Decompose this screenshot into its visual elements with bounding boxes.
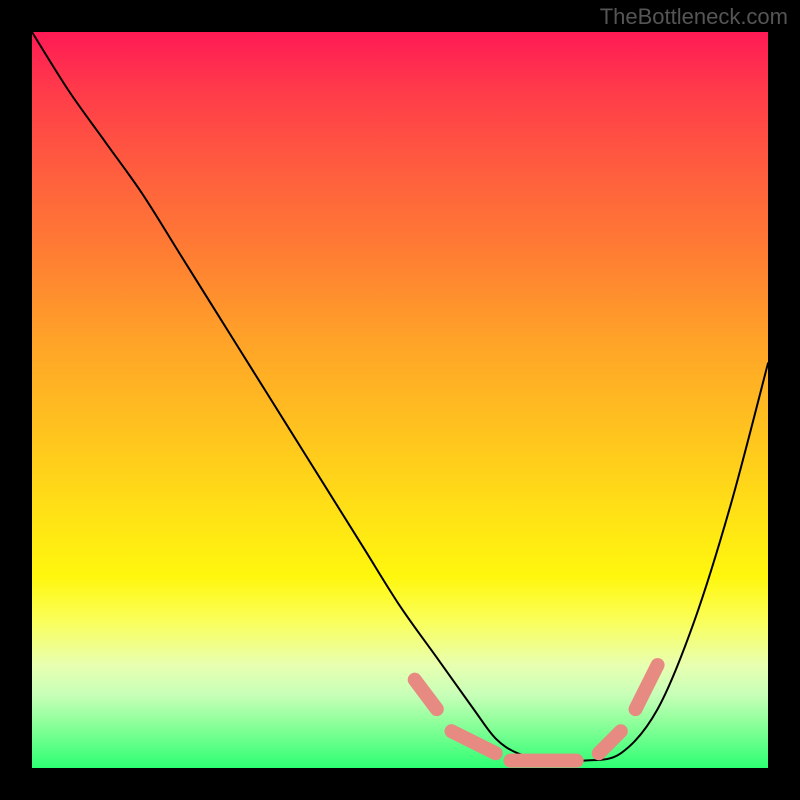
optimal-dash bbox=[452, 731, 496, 753]
plot-area bbox=[32, 32, 768, 768]
curve-svg bbox=[32, 32, 768, 768]
bottleneck-curve bbox=[32, 32, 768, 762]
optimal-dash bbox=[636, 665, 658, 709]
optimal-dash bbox=[415, 680, 437, 709]
watermark-text: TheBottleneck.com bbox=[600, 4, 788, 30]
optimal-dash bbox=[599, 731, 621, 753]
